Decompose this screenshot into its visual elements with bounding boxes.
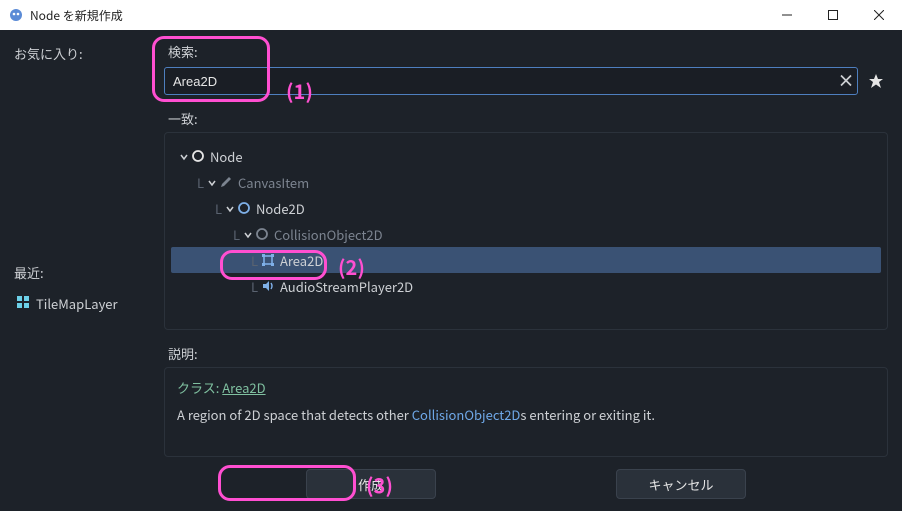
chevron-down-icon (225, 199, 235, 218)
titlebar: Node を新規作成 (0, 0, 902, 30)
pencil-icon (219, 175, 233, 189)
recent-label: 最近: (14, 263, 152, 282)
tree-row[interactable]: L Area2D (171, 247, 881, 273)
tree-row[interactable]: Node (171, 143, 881, 169)
tree-box: Node L CanvasItemL Node2DL CollisionObjec… (164, 132, 888, 330)
maximize-button[interactable] (810, 0, 856, 30)
minimize-button[interactable] (764, 0, 810, 30)
right-panel: 検索: 一致: Node L CanvasItemL Node2DL Collis… (160, 30, 902, 511)
recent-item[interactable]: TileMapLayer (14, 290, 152, 317)
favorites-list (14, 73, 152, 253)
chevron-down-icon (179, 147, 189, 166)
tree-node-label: CanvasItem (238, 173, 309, 192)
search-input[interactable] (164, 67, 858, 95)
tree-node-label: Node2D (256, 199, 305, 218)
chevron-down-icon (243, 225, 253, 244)
tree-row[interactable]: L AudioStreamPlayer2D (171, 273, 881, 299)
tree-node-label: Area2D (280, 251, 323, 270)
app-icon (8, 7, 24, 23)
circle-open-dim-icon (255, 227, 269, 241)
close-button[interactable] (856, 0, 902, 30)
circle-open-icon (191, 149, 205, 163)
tree-node-label: Node (210, 147, 243, 166)
class-link[interactable]: Area2D (222, 378, 265, 397)
favorites-label: お気に入り: (14, 44, 152, 63)
create-button[interactable]: 作成 (306, 469, 436, 499)
description-box: クラス: Area2D A region of 2D space that de… (164, 367, 888, 457)
search-label: 検索: (164, 42, 888, 61)
tree-row[interactable]: L CanvasItem (171, 169, 881, 195)
audio-icon (261, 279, 275, 293)
description-text: A region of 2D space that detects other … (177, 405, 875, 426)
chevron-down-icon (207, 173, 217, 192)
left-panel: お気に入り: 最近: TileMapLayer (0, 30, 160, 511)
matches-label: 一致: (168, 109, 888, 128)
class-line: クラス: Area2D (177, 378, 875, 397)
favorite-toggle[interactable] (864, 69, 888, 93)
clear-search-icon[interactable] (840, 72, 852, 91)
tilemap-icon (16, 294, 30, 313)
area2d-icon (261, 253, 275, 267)
cancel-button[interactable]: キャンセル (616, 469, 746, 499)
tree-row[interactable]: L CollisionObject2D (171, 221, 881, 247)
tree-row[interactable]: L Node2D (171, 195, 881, 221)
recent-item-label: TileMapLayer (36, 294, 118, 313)
window-title: Node を新規作成 (30, 7, 123, 24)
description-label: 説明: (168, 344, 888, 363)
tree-node-label: CollisionObject2D (274, 225, 383, 244)
circle-blue-icon (237, 201, 251, 215)
tree-node-label: AudioStreamPlayer2D (280, 277, 413, 296)
